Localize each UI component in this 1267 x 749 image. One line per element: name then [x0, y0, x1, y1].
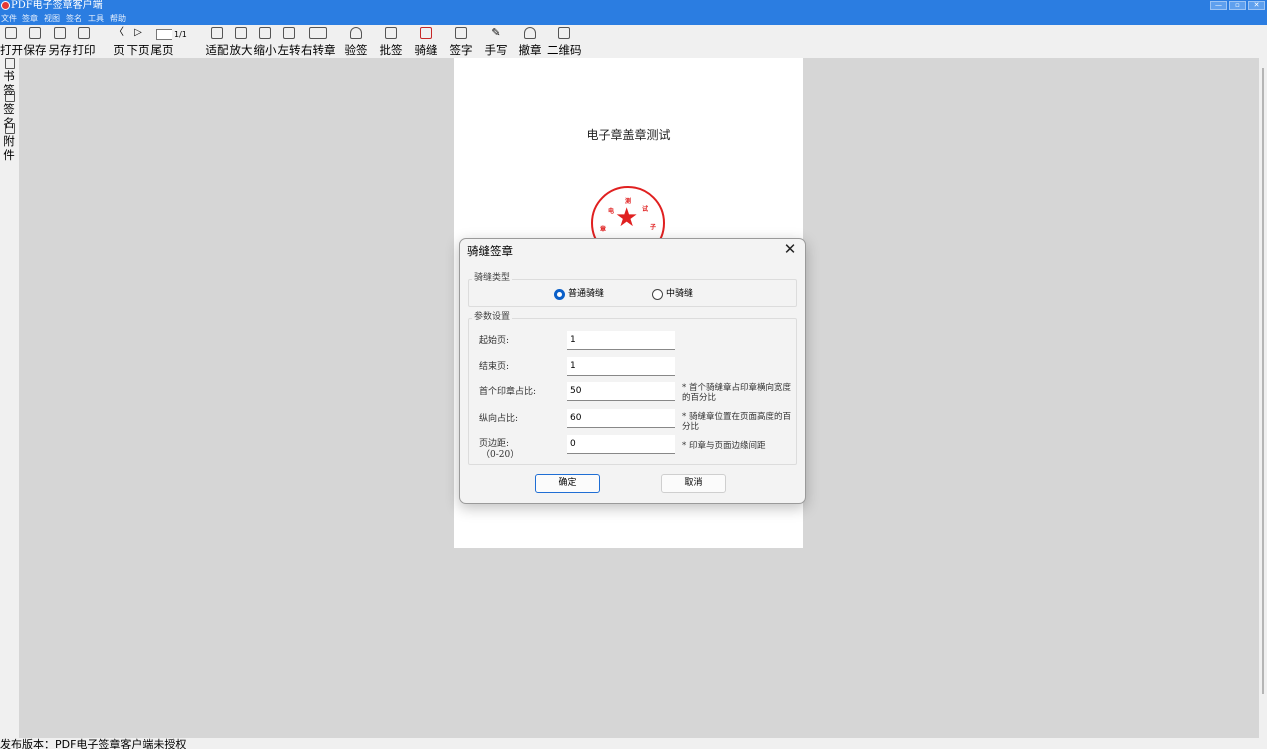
save-as-icon [54, 27, 66, 39]
qrcode-button[interactable]: 二维码 [547, 27, 582, 57]
qrcode-icon [558, 27, 570, 39]
seal-char-2: 电 [608, 208, 615, 215]
margin-label: 页边距: [479, 439, 510, 449]
vertical-scrollbar[interactable] [1259, 58, 1267, 740]
vertical-ratio-label: 纵向占比: [479, 414, 519, 424]
prev-page-button[interactable]: 〈 页 [112, 27, 126, 57]
sign-text-button[interactable]: 签字 [448, 27, 474, 57]
verify-button[interactable]: 验签 [343, 27, 369, 57]
document-title: 电子章盖章测试 [586, 128, 671, 142]
fit-button[interactable]: 适配 [205, 27, 229, 57]
revoke-stamp-icon [524, 27, 536, 39]
sign-document-icon [455, 27, 467, 39]
window-controls: — ▫ ✕ [1210, 1, 1265, 10]
cancel-button[interactable]: 取消 [661, 474, 726, 493]
vertical-ratio-input[interactable] [567, 409, 675, 428]
seam-type-legend: 骑缝类型 [472, 273, 513, 284]
dialog-close-button[interactable]: ✕ [783, 241, 797, 257]
page-indicator: 1/1 [156, 29, 188, 41]
bookmark-icon [4, 58, 15, 69]
fit-page-icon [211, 27, 223, 39]
end-page-input[interactable] [567, 357, 675, 376]
zoom-in-button[interactable]: 放大 [229, 27, 253, 57]
zoom-in-icon [235, 27, 247, 39]
menu-item-tools[interactable]: 工具 [88, 13, 104, 25]
seam-stamp-button[interactable]: 骑缝 [413, 27, 439, 57]
margin-hint: * 印章与页面边缘间距 [682, 441, 766, 451]
save-button[interactable]: 保存 [23, 27, 47, 57]
print-button[interactable]: 打印 [72, 27, 96, 57]
menu-item-view[interactable]: 视图 [44, 13, 60, 25]
radio-unchecked-icon [652, 289, 663, 300]
revoke-button[interactable]: 撤章 [517, 27, 543, 57]
rotate-left-icon [283, 27, 295, 39]
radio-checked-icon [554, 289, 565, 300]
scrollbar-thumb[interactable] [1262, 68, 1264, 694]
rotate-right-icon [309, 27, 327, 39]
folder-icon [5, 27, 17, 39]
stamp-icon [350, 27, 362, 39]
seam-stamp-dialog: 骑缝签章 ✕ 骑缝类型 普通骑缝 中骑缝 参数设置 起始页: 结束页: 首个印章… [459, 238, 806, 504]
first-stamp-ratio-label: 首个印章占比: [479, 387, 537, 397]
params-legend: 参数设置 [472, 312, 513, 323]
vertical-ratio-hint: * 骑缝章位置在页面高度的百分比 [682, 412, 791, 432]
menu-item-file[interactable]: 文件 [1, 13, 17, 25]
first-stamp-ratio-input[interactable] [567, 382, 675, 401]
status-text: 发布版本：PDF电子签章客户端未授权 [0, 738, 187, 749]
sidebar-item-attachments[interactable]: 附件 [0, 123, 19, 162]
window-title: PDF电子签章客户端 [11, 0, 103, 11]
side-panel: 书签 签名 附件 [0, 58, 19, 740]
handwrite-button[interactable]: ✎ 手写 [483, 26, 509, 58]
minimize-button[interactable]: — [1210, 1, 1227, 10]
seam-type-group [468, 279, 797, 307]
app-logo-icon [1, 1, 10, 10]
end-page-label: 结束页: [479, 362, 510, 372]
star-icon: ★ [615, 203, 639, 233]
start-page-input[interactable] [567, 331, 675, 350]
batch-stamp-icon [385, 27, 397, 39]
chevron-left-icon: 〈 [114, 27, 124, 38]
menu-item-help[interactable]: 帮助 [110, 13, 126, 25]
margin-range-label: （0-20） [481, 450, 520, 460]
save-icon [29, 27, 41, 39]
save-as-button[interactable]: 另存 [48, 27, 72, 57]
printer-icon [78, 27, 90, 39]
menu-item-sign[interactable]: 签名 [66, 13, 82, 25]
menu-item-stamp[interactable]: 签章 [22, 13, 38, 25]
next-page-button[interactable]: ▷ 下页 [126, 27, 150, 57]
seal-char-5: 子 [650, 224, 657, 231]
zoom-out-button[interactable]: 缩小 [253, 27, 277, 57]
seam-stamp-icon [420, 27, 432, 39]
dialog-title: 骑缝签章 [467, 244, 513, 258]
seal-char-1: 章 [600, 226, 607, 233]
batch-sign-button[interactable]: 批签 [378, 27, 404, 57]
page-number-input[interactable] [156, 29, 172, 40]
last-page-button[interactable]: 尾页 [150, 43, 174, 57]
zoom-out-icon [259, 27, 271, 39]
rotate-left-button[interactable]: 左转 [277, 27, 301, 57]
play-right-icon: ▷ [134, 27, 142, 38]
title-bar: PDF电子签章客户端 — ▫ ✕ [0, 0, 1267, 13]
seal-char-4: 试 [642, 206, 649, 213]
open-button[interactable]: 打开 [0, 27, 23, 57]
pen-icon: ✎ [491, 26, 501, 39]
margin-input[interactable] [567, 435, 675, 454]
attachment-icon [4, 123, 15, 134]
rotate-right-stamp-button[interactable]: 右转章 [301, 27, 336, 57]
signature-icon [4, 91, 15, 102]
maximize-button[interactable]: ▫ [1229, 1, 1246, 10]
start-page-label: 起始页: [479, 336, 510, 346]
status-bar: 发布版本：PDF电子签章客户端未授权 [0, 738, 1267, 749]
close-button[interactable]: ✕ [1248, 1, 1265, 10]
ok-button[interactable]: 确定 [535, 474, 600, 493]
menu-bar: 文件 签章 视图 签名 工具 帮助 [0, 13, 1267, 25]
first-stamp-ratio-hint: * 首个骑缝章占印章横向宽度的百分比 [682, 383, 791, 403]
toolbar: 打开 保存 另存 打印 〈 页 ▷ 下页 尾页 1/1 适配 放大 缩小 左转 [0, 25, 1267, 58]
page-count: 1/1 [174, 30, 187, 39]
